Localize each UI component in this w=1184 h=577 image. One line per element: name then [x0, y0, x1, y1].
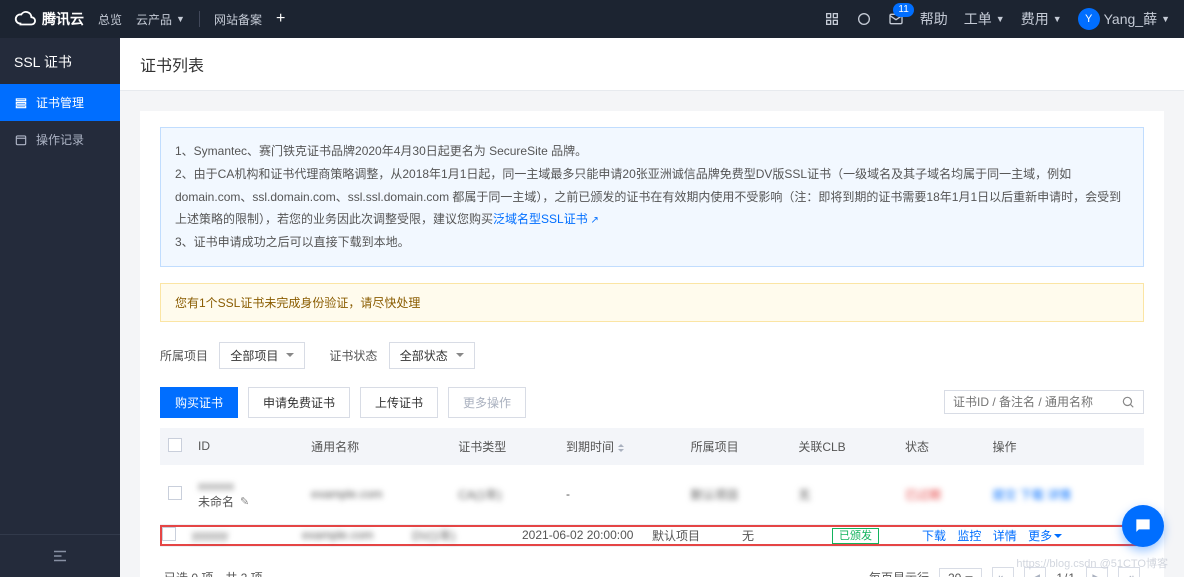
op-monitor[interactable]: 监控 — [957, 529, 981, 543]
cert-expire: 2021-06-02 20:00:00 — [522, 528, 633, 542]
selection-summary: 已选 0 项，共 2 项 — [164, 569, 263, 577]
main-panel: 1、Symantec、赛门铁克证书品牌2020年4月30日起更名为 Secure… — [140, 111, 1164, 577]
scan-icon[interactable] — [856, 11, 872, 27]
sidebar: SSL 证书 证书管理 操作记录 — [0, 38, 120, 577]
sidebar-collapse[interactable] — [0, 534, 120, 577]
cert-domain: example.com — [302, 528, 373, 542]
message-icon[interactable]: 11 — [888, 11, 904, 27]
filter-bar: 所属项目 全部项目 证书状态 全部状态 — [160, 342, 1144, 369]
table-row-highlighted: yyyyyy example.com DV(1年) 2021-06-02 20:… — [160, 524, 1144, 546]
cert-project: 默认项目 — [691, 486, 739, 503]
op-more[interactable]: 更多 — [1028, 529, 1062, 543]
nav-overview[interactable]: 总览 — [98, 11, 122, 28]
search-box[interactable] — [944, 390, 1144, 414]
action-bar: 购买证书 申请免费证书 上传证书 更多操作 — [160, 387, 1144, 418]
filter-project-select[interactable]: 全部项目 — [219, 342, 305, 369]
filter-status-select[interactable]: 全部状态 — [389, 342, 475, 369]
nav-add[interactable]: + — [276, 10, 285, 28]
page-title: 证书列表 — [120, 38, 1184, 91]
select-all-checkbox[interactable] — [168, 438, 182, 452]
sidebar-title: SSL 证书 — [0, 38, 120, 84]
sort-icon[interactable] — [618, 441, 624, 455]
col-project: 所属项目 — [683, 428, 791, 465]
brand-logo[interactable]: 腾讯云 — [14, 8, 84, 30]
calendar-icon — [14, 133, 28, 147]
info-line-2: 2、由于CA机构和证书代理商策略调整，从2018年1月1日起，同一主域最多只能申… — [175, 163, 1129, 231]
cert-clb: 无 — [798, 486, 810, 503]
buy-cert-button[interactable]: 购买证书 — [160, 387, 238, 418]
col-clb: 关联CLB — [790, 428, 897, 465]
list-icon — [14, 96, 28, 110]
table-row: xxxxxx 未命名 example.com CA(1年) - 默认项目 无 已… — [160, 465, 1144, 525]
nav-record[interactable]: 网站备案 — [214, 11, 262, 28]
col-type: 证书类型 — [450, 428, 558, 465]
watermark: https://blog.csdn @51CTO博客 — [1016, 555, 1168, 571]
info-notice: 1、Symantec、赛门铁克证书品牌2020年4月30日起更名为 Secure… — [160, 127, 1144, 267]
col-name: 通用名称 — [303, 428, 450, 465]
op-detail[interactable]: 详情 — [993, 529, 1017, 543]
cert-type: DV(1年) — [412, 527, 455, 544]
sidebar-item-label: 操作记录 — [36, 131, 84, 148]
row-checkbox[interactable] — [162, 527, 176, 541]
cert-id: xxxxxx — [198, 479, 234, 493]
cert-status: 已过期 — [905, 488, 941, 502]
upload-cert-button[interactable]: 上传证书 — [360, 387, 438, 418]
message-badge: 11 — [893, 3, 913, 17]
cert-domain: example.com — [311, 487, 382, 501]
cert-expire: - — [566, 487, 570, 501]
info-line-3: 3、证书申请成功之后可以直接下载到本地。 — [175, 231, 1129, 254]
sidebar-item-cert-manage[interactable]: 证书管理 — [0, 84, 120, 121]
filter-project-label: 所属项目 — [160, 349, 208, 363]
user-menu[interactable]: Y Yang_薛 ▼ — [1078, 8, 1170, 30]
search-icon[interactable] — [1121, 395, 1135, 409]
tickets-link[interactable]: 工单 ▼ — [964, 9, 1005, 29]
warning-notice: 您有1个SSL证书未完成身份验证，请尽快处理 — [160, 283, 1144, 322]
nav-separator — [199, 11, 200, 27]
avatar-icon: Y — [1078, 8, 1100, 30]
col-status: 状态 — [897, 428, 985, 465]
search-input[interactable] — [953, 395, 1121, 409]
more-actions-button[interactable]: 更多操作 — [448, 387, 526, 418]
cert-type: CA(1年) — [458, 486, 501, 503]
sidebar-item-op-log[interactable]: 操作记录 — [0, 121, 120, 158]
row-checkbox[interactable] — [168, 486, 182, 500]
cert-id: yyyyyy — [192, 528, 228, 542]
op-download[interactable]: 下载 — [922, 529, 946, 543]
cert-ops[interactable]: 提交 下载 详情 — [993, 488, 1072, 502]
help-link[interactable]: 帮助 — [920, 9, 948, 29]
brand-text: 腾讯云 — [42, 9, 84, 29]
page-first[interactable]: ⇤ — [992, 567, 1014, 577]
cert-status-issued: 已颁发 — [832, 528, 879, 544]
sidebar-item-label: 证书管理 — [36, 94, 84, 111]
col-id: ID — [190, 428, 303, 465]
rows-per-page-select[interactable]: 20 — [939, 568, 982, 577]
cert-remark: 未命名 — [198, 493, 234, 510]
tools-icon[interactable] — [824, 11, 840, 27]
wildcard-ssl-link[interactable]: 泛域名型SSL证书 — [493, 212, 599, 226]
cert-table: ID 通用名称 证书类型 到期时间 所属项目 关联CLB 状态 操作 — [160, 428, 1144, 547]
cert-project: 默认项目 — [652, 529, 700, 543]
cert-clb: 无 — [742, 529, 754, 543]
nav-products[interactable]: 云产品 ▼ — [136, 11, 185, 28]
edit-icon[interactable] — [240, 494, 249, 508]
table-footer: 已选 0 项，共 2 项 每页显示行 20 ⇤ ◀ 1/1 ▶ ⇥ — [160, 555, 1144, 577]
page-indicator: 1/1 — [1056, 571, 1076, 577]
filter-status-label: 证书状态 — [329, 349, 377, 363]
free-cert-button[interactable]: 申请免费证书 — [248, 387, 350, 418]
rows-per-page-label: 每页显示行 — [869, 569, 929, 577]
chat-button[interactable] — [1122, 505, 1164, 547]
info-line-1: 1、Symantec、赛门铁克证书品牌2020年4月30日起更名为 Secure… — [175, 140, 1129, 163]
col-expire[interactable]: 到期时间 — [558, 428, 683, 465]
app-header: 腾讯云 总览 云产品 ▼ 网站备案 + 11 帮助 工单 ▼ 费用 ▼ Y Ya… — [0, 0, 1184, 38]
billing-link[interactable]: 费用 ▼ — [1021, 9, 1062, 29]
col-ops: 操作 — [985, 428, 1144, 465]
